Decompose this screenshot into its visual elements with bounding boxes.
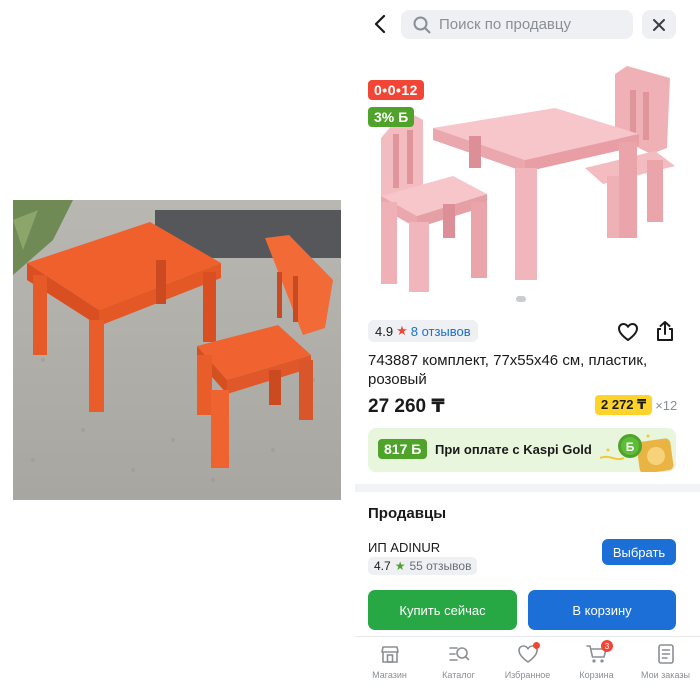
installment-info: 2 272 ₸ ×12 [595, 395, 677, 415]
kaspi-gold-banner[interactable]: 817 Б При оплате с Kaspi Gold Б [368, 428, 676, 472]
timer-badge: 0•0•12 [368, 80, 424, 100]
share-icon [657, 321, 673, 341]
tab-cart[interactable]: 3 Корзина [562, 637, 631, 700]
rating-value: 4.9 [375, 323, 394, 339]
favorites-notification-dot [533, 642, 540, 649]
chevron-left-icon [374, 14, 386, 34]
back-button[interactable] [367, 10, 393, 38]
bonus-badge: 3% Б [368, 107, 415, 127]
tab-label: Корзина [579, 670, 614, 680]
rating-chip[interactable]: 4.9 ★ 8 отзывов [368, 320, 478, 342]
kaspi-bonus-chip: 817 Б [378, 439, 428, 459]
bottom-tab-bar: Магазин Каталог Избранное 3 Корзина Мои … [355, 636, 700, 700]
choose-seller-button[interactable]: Выбрать [602, 539, 676, 565]
tab-favorites[interactable]: Избранное [493, 637, 562, 700]
installment-count: ×12 [655, 397, 678, 413]
close-button[interactable] [642, 10, 676, 39]
product-title: 743887 комплект, 77x55x46 см, пластик, р… [368, 352, 648, 388]
installment-amount: 2 272 ₸ [595, 395, 653, 415]
kaspi-gold-card-icon: Б [600, 434, 674, 472]
tab-label: Избранное [504, 670, 551, 680]
search-placeholder: Поиск по продавцу [439, 16, 571, 33]
search-icon [407, 10, 437, 39]
orders-icon [657, 644, 674, 664]
top-bar: Поиск по продавцу [355, 0, 700, 50]
section-divider [355, 484, 700, 492]
svg-text:Б: Б [626, 440, 635, 454]
shop-icon [380, 646, 399, 663]
seller-rating-value: 4.7 [374, 559, 391, 573]
favorite-button[interactable] [617, 321, 639, 343]
heart-icon [618, 323, 638, 341]
star-icon: ★ [394, 559, 406, 573]
product-screen: Поиск по продавцу 0•0•12 3% Б 4.9 ★ 8 от… [355, 0, 700, 700]
buy-now-button[interactable]: Купить сейчас [368, 590, 517, 630]
product-price: 27 260 ₸ [368, 396, 445, 417]
add-to-cart-button[interactable]: В корзину [528, 590, 676, 630]
seller-photo [13, 200, 341, 500]
star-icon: ★ [396, 323, 408, 338]
seller-reviews-count: 55 отзывов [409, 559, 472, 573]
tab-orders[interactable]: Мои заказы [631, 637, 700, 700]
tab-shop[interactable]: Магазин [355, 637, 424, 700]
seller-search-input[interactable]: Поиск по продавцу [401, 10, 633, 39]
seller-rating-chip: 4.7 ★ 55 отзывов [368, 557, 478, 575]
close-icon [653, 18, 665, 31]
tab-label: Магазин [372, 670, 407, 680]
reviews-link[interactable]: 8 отзывов [411, 324, 471, 339]
kaspi-banner-text: При оплате с Kaspi Gold [435, 442, 592, 457]
sellers-heading: Продавцы [368, 505, 447, 522]
cart-count-badge: 3 [601, 640, 613, 652]
tab-label: Каталог [442, 670, 475, 680]
tab-label: Мои заказы [641, 670, 690, 680]
seller-name[interactable]: ИП ADINUR [368, 540, 440, 555]
catalog-search-icon [448, 647, 469, 661]
image-pager-dot [516, 296, 526, 302]
tab-catalog[interactable]: Каталог [424, 637, 493, 700]
share-button[interactable] [654, 320, 676, 342]
